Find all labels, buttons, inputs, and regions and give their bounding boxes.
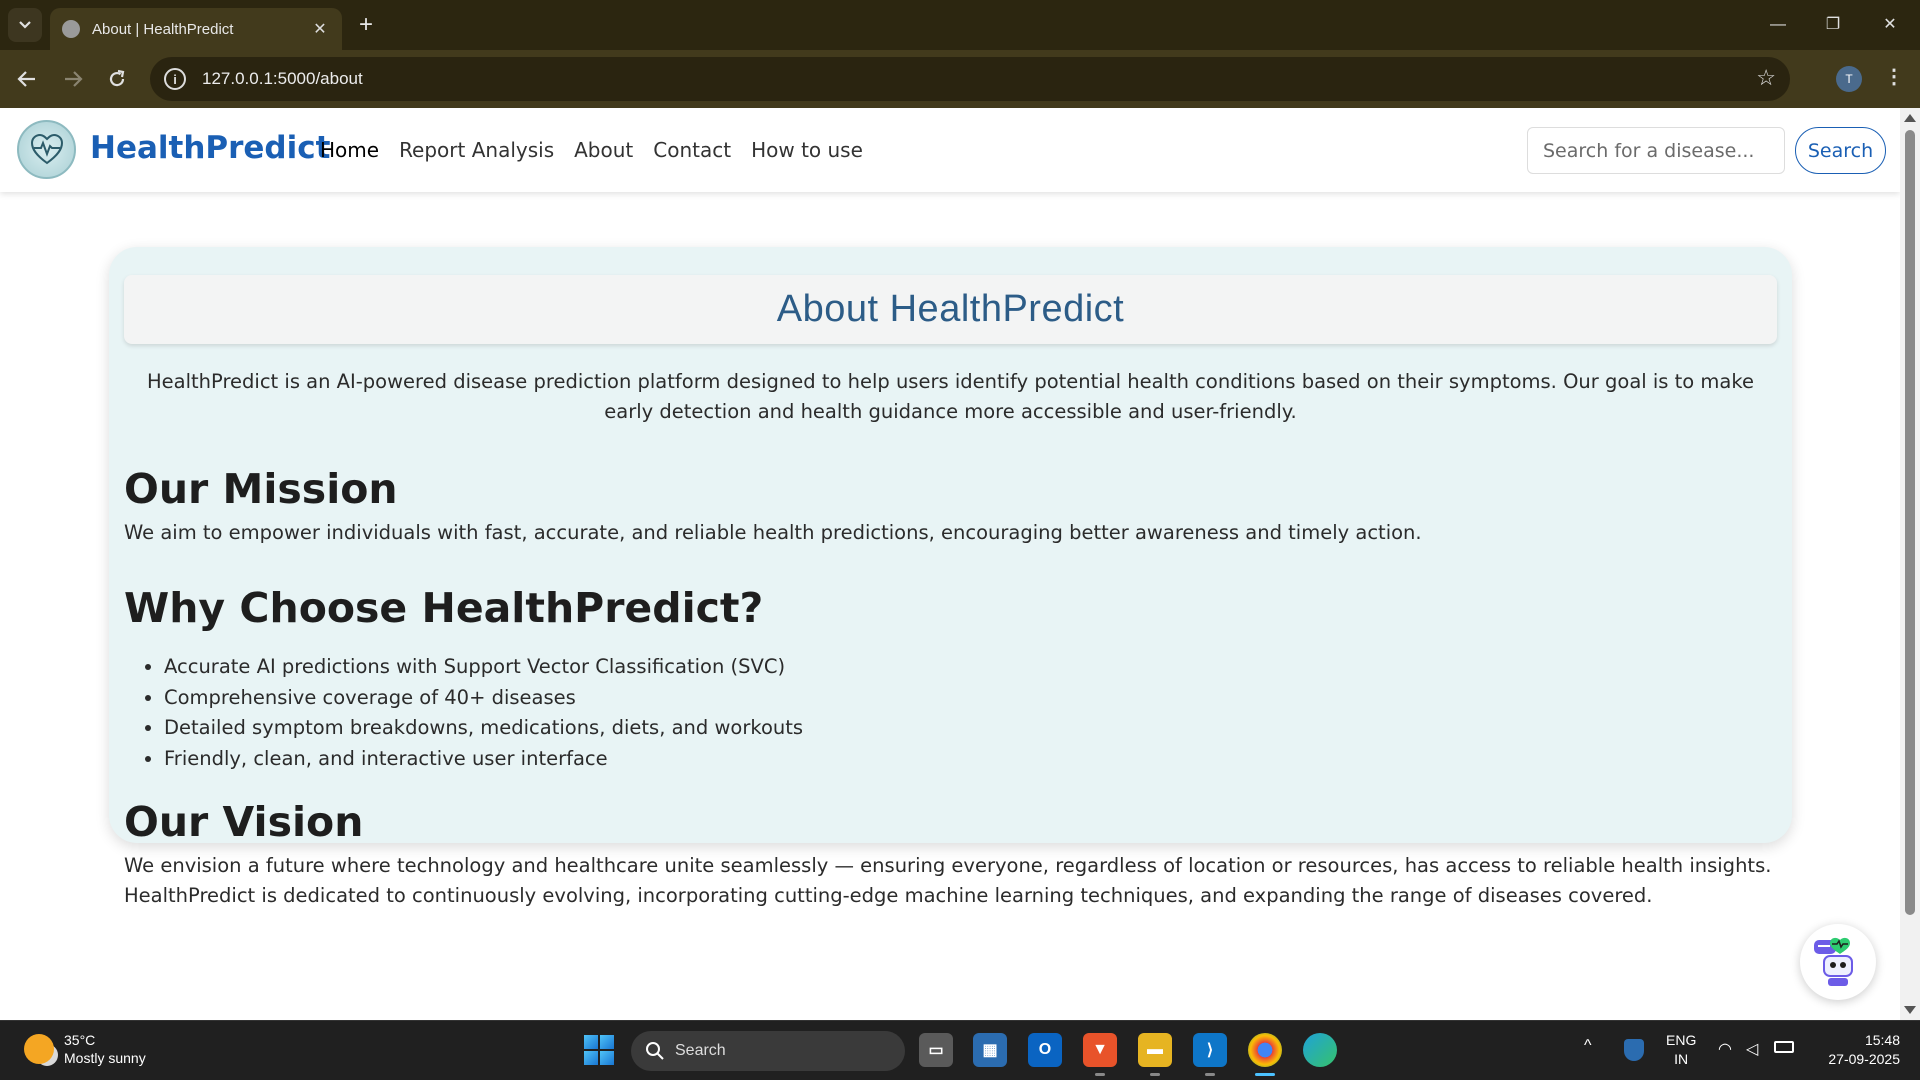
chrome-icon[interactable] <box>1248 1033 1282 1067</box>
nav-link-how-to-use[interactable]: How to use <box>751 138 863 162</box>
windows-start-icon[interactable] <box>584 1035 614 1065</box>
outlook-icon[interactable]: O <box>1028 1033 1062 1067</box>
list-item: Accurate AI predictions with Support Vec… <box>164 652 803 683</box>
volume-icon[interactable]: ◁ <box>1746 1039 1758 1059</box>
forward-arrow-icon[interactable] <box>56 62 90 96</box>
scroll-thumb[interactable] <box>1905 130 1915 915</box>
language-indicator[interactable]: ENG IN <box>1666 1031 1696 1069</box>
page-viewport: HealthPredict Home Report Analysis About… <box>0 108 1900 1020</box>
search-icon <box>646 1042 664 1060</box>
weather-sun-icon <box>24 1034 54 1064</box>
nav-link-about[interactable]: About <box>574 138 633 162</box>
tab-title: About | HealthPredict <box>92 20 234 38</box>
more-vert-icon[interactable]: ⋮ <box>1884 64 1904 89</box>
clock-time: 15:48 <box>1864 1032 1900 1048</box>
star-icon[interactable]: ☆ <box>1756 65 1776 91</box>
scroll-up-icon[interactable] <box>1904 114 1916 122</box>
weather-description: Mostly sunny <box>64 1050 146 1066</box>
language-code: ENG <box>1666 1032 1697 1048</box>
brave-browser-icon[interactable]: ▼ <box>1083 1033 1117 1067</box>
back-arrow-icon[interactable] <box>10 62 44 96</box>
nav-link-home[interactable]: Home <box>320 138 379 162</box>
vscode-icon[interactable]: ⟩ <box>1193 1033 1227 1067</box>
window-close-icon[interactable]: ✕ <box>1870 10 1910 40</box>
tab-list-icon[interactable] <box>8 8 42 42</box>
task-view-icon[interactable]: ▭ <box>919 1033 953 1067</box>
clock-date: 27-09-2025 <box>1828 1051 1900 1067</box>
site-navbar: HealthPredict Home Report Analysis About… <box>0 108 1900 192</box>
security-shield-icon[interactable] <box>1624 1039 1644 1061</box>
address-bar[interactable]: i 127.0.0.1:5000/about ☆ <box>150 57 1790 101</box>
wifi-icon[interactable]: ◠ <box>1718 1039 1732 1059</box>
minimize-icon[interactable]: — <box>1758 10 1798 40</box>
vision-paragraph: We envision a future where technology an… <box>124 854 1772 907</box>
browser-tab-active[interactable]: About | HealthPredict ✕ <box>50 8 342 50</box>
running-indicator <box>1095 1073 1105 1076</box>
heartbeat-logo-icon[interactable] <box>17 120 76 179</box>
taskbar-clock[interactable]: 15:48 27-09-2025 <box>1810 1031 1900 1069</box>
taskbar-search[interactable]: Search <box>631 1031 905 1071</box>
page-scrollbar[interactable] <box>1900 108 1920 1020</box>
avatar[interactable]: T <box>1836 66 1862 92</box>
disease-search-input[interactable] <box>1527 127 1785 174</box>
why-choose-heading: Why Choose HealthPredict? <box>124 584 764 632</box>
running-indicator <box>1205 1073 1215 1076</box>
nav-link-report-analysis[interactable]: Report Analysis <box>399 138 554 162</box>
edge-icon[interactable] <box>1303 1033 1337 1067</box>
vision-heading: Our Vision <box>124 798 364 846</box>
windows-taskbar: 35°C Mostly sunny Search ▭ ▦ O ▼ ▬ ⟩ ^ E… <box>0 1020 1920 1080</box>
list-item: Detailed symptom breakdowns, medications… <box>164 713 803 744</box>
page-title: About HealthPredict <box>776 288 1125 330</box>
browser-toolbar: i 127.0.0.1:5000/about ☆ T ⋮ <box>0 50 1920 108</box>
nav-link-contact[interactable]: Contact <box>653 138 731 162</box>
chatbot-robot-icon[interactable] <box>1800 924 1876 1000</box>
battery-icon[interactable] <box>1774 1041 1794 1053</box>
chevron-up-icon[interactable]: ^ <box>1584 1037 1592 1055</box>
taskbar-search-label: Search <box>675 1042 726 1059</box>
microsoft-store-icon[interactable]: ▦ <box>973 1033 1007 1067</box>
mission-paragraph: We aim to empower individuals with fast,… <box>124 521 1422 544</box>
globe-favicon-icon <box>62 20 80 38</box>
list-item: Comprehensive coverage of 40+ diseases <box>164 683 803 714</box>
brand-name[interactable]: HealthPredict <box>90 130 330 166</box>
region-code: IN <box>1674 1051 1689 1067</box>
about-card: About HealthPredict HealthPredict is an … <box>109 247 1792 907</box>
search-button[interactable]: Search <box>1795 127 1886 174</box>
weather-temperature: 35°C <box>64 1032 96 1048</box>
reload-icon[interactable] <box>100 62 134 96</box>
intro-paragraph: HealthPredict is an AI-powered disease p… <box>147 370 1754 423</box>
plus-icon[interactable]: + <box>352 12 380 40</box>
page-title-box: About HealthPredict <box>124 275 1777 344</box>
restore-icon[interactable]: ❐ <box>1813 10 1853 40</box>
file-explorer-icon[interactable]: ▬ <box>1138 1033 1172 1067</box>
active-indicator <box>1255 1073 1275 1076</box>
close-icon[interactable]: ✕ <box>310 19 330 39</box>
mission-heading: Our Mission <box>124 465 398 513</box>
info-icon[interactable]: i <box>164 68 186 90</box>
weather-widget[interactable]: 35°C Mostly sunny <box>24 1031 146 1067</box>
browser-titlebar: About | HealthPredict ✕ + — ❐ ✕ <box>0 0 1920 50</box>
running-indicator <box>1150 1073 1160 1076</box>
nav-links: Home Report Analysis About Contact How t… <box>320 138 863 162</box>
url-text[interactable]: 127.0.0.1:5000/about <box>202 69 363 89</box>
features-list: Accurate AI predictions with Support Vec… <box>164 652 803 774</box>
list-item: Friendly, clean, and interactive user in… <box>164 744 803 775</box>
scroll-down-icon[interactable] <box>1904 1006 1916 1014</box>
